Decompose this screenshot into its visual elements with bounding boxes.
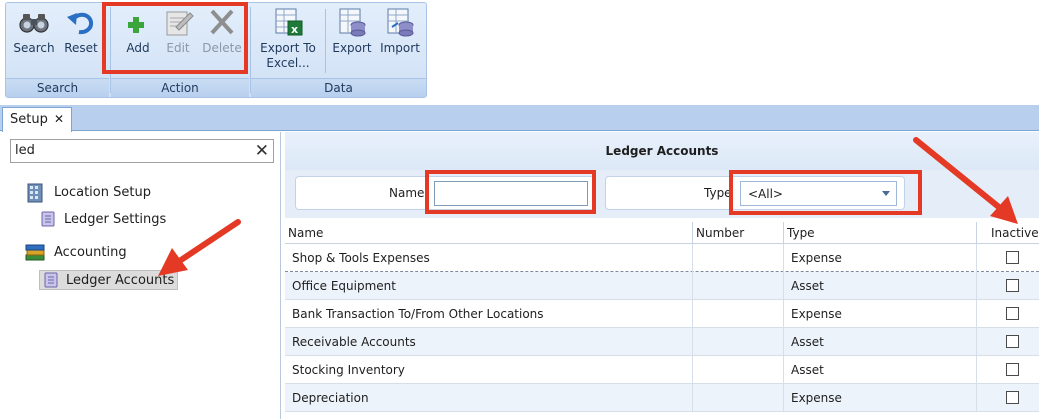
arrow-to-inactive-column xyxy=(913,137,1018,224)
arrow-to-ledger-accounts xyxy=(158,219,241,276)
annotation-arrows xyxy=(158,137,1018,276)
